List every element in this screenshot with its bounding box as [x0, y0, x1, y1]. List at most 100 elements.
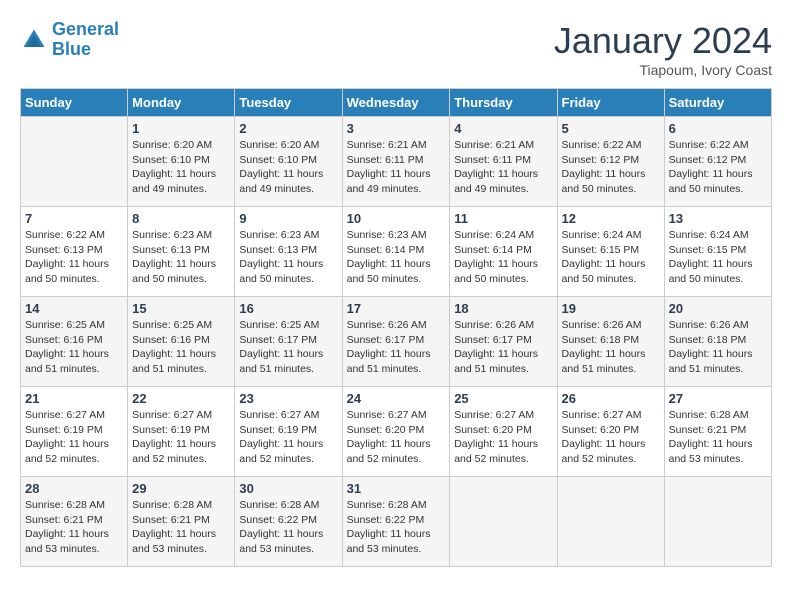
calendar-cell: 31Sunrise: 6:28 AMSunset: 6:22 PMDayligh…	[342, 477, 450, 567]
day-number: 16	[239, 301, 337, 316]
calendar-cell: 12Sunrise: 6:24 AMSunset: 6:15 PMDayligh…	[557, 207, 664, 297]
calendar-cell: 26Sunrise: 6:27 AMSunset: 6:20 PMDayligh…	[557, 387, 664, 477]
week-row-5: 28Sunrise: 6:28 AMSunset: 6:21 PMDayligh…	[21, 477, 772, 567]
calendar-cell: 4Sunrise: 6:21 AMSunset: 6:11 PMDaylight…	[450, 117, 557, 207]
day-info: Sunrise: 6:23 AMSunset: 6:13 PMDaylight:…	[239, 228, 337, 287]
calendar-cell: 25Sunrise: 6:27 AMSunset: 6:20 PMDayligh…	[450, 387, 557, 477]
day-info: Sunrise: 6:27 AMSunset: 6:19 PMDaylight:…	[25, 408, 123, 467]
day-info: Sunrise: 6:23 AMSunset: 6:13 PMDaylight:…	[132, 228, 230, 287]
calendar-cell: 1 Sunrise: 6:20 AMSunset: 6:10 PMDaylight…	[128, 117, 235, 207]
weekday-header-tuesday: Tuesday	[235, 89, 342, 117]
day-number: 23	[239, 391, 337, 406]
weekday-header-saturday: Saturday	[664, 89, 771, 117]
day-info: Sunrise: 6:28 AMSunset: 6:22 PMDaylight:…	[239, 498, 337, 557]
day-info: Sunrise: 6:28 AMSunset: 6:21 PMDaylight:…	[669, 408, 767, 467]
day-number: 21	[25, 391, 123, 406]
day-info: Sunrise: 6:27 AMSunset: 6:20 PMDaylight:…	[454, 408, 552, 467]
day-info: Sunrise: 6:26 AMSunset: 6:18 PMDaylight:…	[562, 318, 660, 377]
day-number: 20	[669, 301, 767, 316]
day-info: Sunrise: 6:20 AMSunset: 6:10 PMDaylight:…	[239, 138, 337, 197]
day-number: 31	[347, 481, 446, 496]
calendar-cell	[664, 477, 771, 567]
calendar-cell: 15Sunrise: 6:25 AMSunset: 6:16 PMDayligh…	[128, 297, 235, 387]
calendar-cell	[21, 117, 128, 207]
logo: General Blue	[20, 20, 119, 60]
calendar-cell: 8 Sunrise: 6:23 AMSunset: 6:13 PMDaylight…	[128, 207, 235, 297]
day-number: 3	[347, 121, 446, 136]
day-number: 18	[454, 301, 552, 316]
day-info: Sunrise: 6:27 AMSunset: 6:19 PMDaylight:…	[132, 408, 230, 467]
day-number: 29	[132, 481, 230, 496]
page-header: General Blue January 2024 Tiapoum, Ivory…	[20, 20, 772, 78]
calendar-cell	[450, 477, 557, 567]
logo-icon	[20, 26, 48, 54]
weekday-header-friday: Friday	[557, 89, 664, 117]
calendar-body: 1 Sunrise: 6:20 AMSunset: 6:10 PMDaylight…	[21, 117, 772, 567]
weekday-header-monday: Monday	[128, 89, 235, 117]
day-number: 2	[239, 121, 337, 136]
day-number: 19	[562, 301, 660, 316]
calendar-cell: 24 Sunrise: 6:27 AMSunset: 6:20 PMDayligh…	[342, 387, 450, 477]
day-info: Sunrise: 6:27 AMSunset: 6:20 PMDaylight:…	[562, 408, 660, 467]
day-info: Sunrise: 6:26 AMSunset: 6:17 PMDaylight:…	[347, 318, 446, 377]
day-number: 10	[347, 211, 446, 226]
calendar-cell: 11Sunrise: 6:24 AMSunset: 6:14 PMDayligh…	[450, 207, 557, 297]
day-number: 9	[239, 211, 337, 226]
day-info: Sunrise: 6:26 AMSunset: 6:18 PMDaylight:…	[669, 318, 767, 377]
month-title: January 2024	[554, 20, 772, 62]
calendar-cell: 27 Sunrise: 6:28 AMSunset: 6:21 PMDayligh…	[664, 387, 771, 477]
title-block: January 2024 Tiapoum, Ivory Coast	[554, 20, 772, 78]
day-number: 8	[132, 211, 230, 226]
logo-text: General Blue	[52, 20, 119, 60]
day-number: 14	[25, 301, 123, 316]
location-subtitle: Tiapoum, Ivory Coast	[554, 62, 772, 78]
day-info: Sunrise: 6:20 AMSunset: 6:10 PMDaylight:…	[132, 138, 230, 197]
day-info: Sunrise: 6:22 AMSunset: 6:13 PMDaylight:…	[25, 228, 123, 287]
calendar-cell: 19 Sunrise: 6:26 AMSunset: 6:18 PMDayligh…	[557, 297, 664, 387]
calendar-cell: 29 Sunrise: 6:28 AMSunset: 6:21 PMDayligh…	[128, 477, 235, 567]
day-info: Sunrise: 6:24 AMSunset: 6:15 PMDaylight:…	[669, 228, 767, 287]
day-number: 7	[25, 211, 123, 226]
day-number: 27	[669, 391, 767, 406]
day-number: 1	[132, 121, 230, 136]
calendar-cell: 30Sunrise: 6:28 AMSunset: 6:22 PMDayligh…	[235, 477, 342, 567]
calendar-cell: 10 Sunrise: 6:23 AMSunset: 6:14 PMDayligh…	[342, 207, 450, 297]
weekday-header-wednesday: Wednesday	[342, 89, 450, 117]
calendar-cell	[557, 477, 664, 567]
calendar-cell: 13Sunrise: 6:24 AMSunset: 6:15 PMDayligh…	[664, 207, 771, 297]
calendar-cell: 14 Sunrise: 6:25 AMSunset: 6:16 PMDayligh…	[21, 297, 128, 387]
day-info: Sunrise: 6:28 AMSunset: 6:21 PMDaylight:…	[132, 498, 230, 557]
calendar-cell: 3 Sunrise: 6:21 AMSunset: 6:11 PMDaylight…	[342, 117, 450, 207]
weekday-header-sunday: Sunday	[21, 89, 128, 117]
calendar-cell: 20 Sunrise: 6:26 AMSunset: 6:18 PMDayligh…	[664, 297, 771, 387]
weekday-header-thursday: Thursday	[450, 89, 557, 117]
day-info: Sunrise: 6:25 AMSunset: 6:17 PMDaylight:…	[239, 318, 337, 377]
day-info: Sunrise: 6:28 AMSunset: 6:21 PMDaylight:…	[25, 498, 123, 557]
week-row-1: 1 Sunrise: 6:20 AMSunset: 6:10 PMDaylight…	[21, 117, 772, 207]
day-number: 12	[562, 211, 660, 226]
day-info: Sunrise: 6:23 AMSunset: 6:14 PMDaylight:…	[347, 228, 446, 287]
calendar-cell: 5 Sunrise: 6:22 AMSunset: 6:12 PMDaylight…	[557, 117, 664, 207]
calendar-cell: 9 Sunrise: 6:23 AMSunset: 6:13 PMDaylight…	[235, 207, 342, 297]
day-info: Sunrise: 6:27 AMSunset: 6:20 PMDaylight:…	[347, 408, 446, 467]
day-info: Sunrise: 6:26 AMSunset: 6:17 PMDaylight:…	[454, 318, 552, 377]
day-info: Sunrise: 6:21 AMSunset: 6:11 PMDaylight:…	[454, 138, 552, 197]
calendar-table: SundayMondayTuesdayWednesdayThursdayFrid…	[20, 88, 772, 567]
calendar-cell: 2 Sunrise: 6:20 AMSunset: 6:10 PMDaylight…	[235, 117, 342, 207]
day-info: Sunrise: 6:22 AMSunset: 6:12 PMDaylight:…	[562, 138, 660, 197]
calendar-cell: 21 Sunrise: 6:27 AMSunset: 6:19 PMDayligh…	[21, 387, 128, 477]
week-row-3: 14 Sunrise: 6:25 AMSunset: 6:16 PMDayligh…	[21, 297, 772, 387]
day-info: Sunrise: 6:22 AMSunset: 6:12 PMDaylight:…	[669, 138, 767, 197]
day-number: 22	[132, 391, 230, 406]
calendar-cell: 7 Sunrise: 6:22 AMSunset: 6:13 PMDaylight…	[21, 207, 128, 297]
day-number: 15	[132, 301, 230, 316]
day-number: 11	[454, 211, 552, 226]
day-number: 5	[562, 121, 660, 136]
week-row-4: 21 Sunrise: 6:27 AMSunset: 6:19 PMDayligh…	[21, 387, 772, 477]
calendar-header: SundayMondayTuesdayWednesdayThursdayFrid…	[21, 89, 772, 117]
day-info: Sunrise: 6:21 AMSunset: 6:11 PMDaylight:…	[347, 138, 446, 197]
day-number: 24	[347, 391, 446, 406]
calendar-cell: 16 Sunrise: 6:25 AMSunset: 6:17 PMDayligh…	[235, 297, 342, 387]
day-info: Sunrise: 6:25 AMSunset: 6:16 PMDaylight:…	[25, 318, 123, 377]
calendar-cell: 17Sunrise: 6:26 AMSunset: 6:17 PMDayligh…	[342, 297, 450, 387]
